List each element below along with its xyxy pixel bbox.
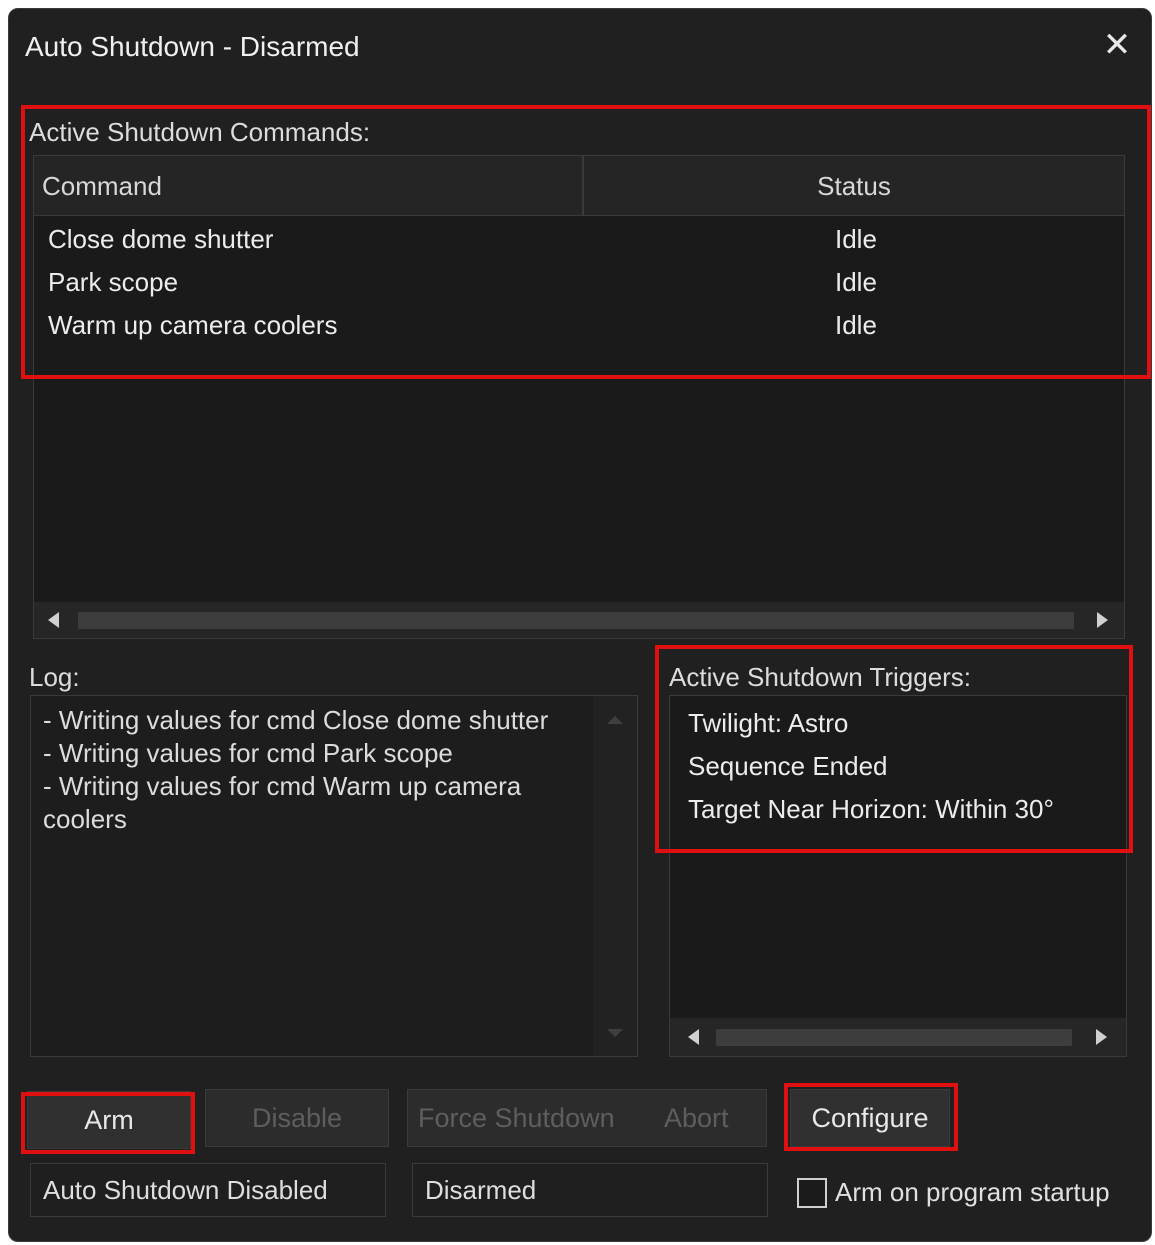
scroll-left-arrow-icon[interactable]: [688, 1029, 699, 1045]
triggers-label: Active Shutdown Triggers:: [669, 662, 972, 692]
force-shutdown-button[interactable]: Force Shutdown: [418, 1103, 615, 1134]
log-vertical-scrollbar[interactable]: [593, 696, 637, 1056]
command-name: Warm up camera coolers: [48, 310, 338, 340]
log-line: - Writing values for cmd Close dome shut…: [43, 705, 549, 735]
commands-grid-header: Command Status: [34, 156, 1124, 216]
log-line: - Writing values for cmd Park scope: [43, 738, 453, 768]
scroll-right-arrow-icon[interactable]: [1096, 1029, 1107, 1045]
abort-button[interactable]: Abort: [664, 1103, 729, 1134]
force-shutdown-abort-group: Force Shutdown Abort: [407, 1089, 767, 1147]
log-line: - Writing values for cmd Warm up camera: [43, 771, 522, 801]
arm-on-startup-checkbox[interactable]: [797, 1177, 827, 1208]
list-item[interactable]: Target Near Horizon: Within 30°: [688, 794, 1054, 825]
commands-grid: Command Status Close dome shutter Idle P…: [33, 155, 1125, 639]
arm-button[interactable]: Arm: [27, 1091, 191, 1149]
scroll-left-arrow-icon[interactable]: [48, 612, 59, 628]
window-title: Auto Shutdown - Disarmed: [25, 31, 360, 62]
disable-button[interactable]: Disable: [205, 1089, 389, 1147]
auto-shutdown-window: Auto Shutdown - Disarmed ✕ Active Shutdo…: [8, 8, 1152, 1242]
log-content: - Writing values for cmd Close dome shut…: [43, 704, 588, 836]
auto-shutdown-status-field: Auto Shutdown Disabled: [30, 1163, 386, 1217]
log-line: coolers: [43, 804, 127, 834]
log-label: Log:: [29, 662, 80, 692]
triggers-horizontal-scrollbar[interactable]: [670, 1018, 1126, 1056]
command-name: Close dome shutter: [48, 224, 274, 254]
scroll-thumb[interactable]: [78, 612, 1074, 629]
scroll-down-arrow-icon[interactable]: [607, 1029, 623, 1037]
close-icon[interactable]: ✕: [1099, 27, 1135, 63]
table-row[interactable]: Park scope Idle: [34, 261, 1124, 304]
command-status: Idle: [835, 267, 877, 297]
triggers-list: Twilight: Astro Sequence Ended Target Ne…: [669, 695, 1127, 1057]
arm-on-startup-label: Arm on program startup: [835, 1177, 1110, 1207]
command-name: Park scope: [48, 267, 179, 297]
list-item[interactable]: Sequence Ended: [688, 751, 888, 782]
command-status: Idle: [835, 310, 877, 340]
log-textbox[interactable]: - Writing values for cmd Close dome shut…: [30, 695, 638, 1057]
commands-label: Active Shutdown Commands:: [29, 117, 371, 147]
commands-horizontal-scrollbar[interactable]: [34, 602, 1124, 638]
table-row[interactable]: Close dome shutter Idle: [34, 218, 1124, 261]
arm-state-field: Disarmed: [412, 1163, 768, 1217]
arm-on-startup-checkbox-row[interactable]: Arm on program startup: [797, 1177, 1110, 1208]
scroll-up-arrow-icon[interactable]: [607, 716, 623, 724]
column-header-command[interactable]: Command: [42, 171, 582, 202]
configure-button[interactable]: Configure: [790, 1089, 950, 1147]
column-header-status[interactable]: Status: [584, 171, 1124, 202]
table-row[interactable]: Warm up camera coolers Idle: [34, 304, 1124, 347]
scroll-thumb[interactable]: [716, 1029, 1072, 1046]
command-status: Idle: [835, 224, 877, 254]
list-item[interactable]: Twilight: Astro: [688, 708, 848, 739]
scroll-right-arrow-icon[interactable]: [1097, 612, 1108, 628]
